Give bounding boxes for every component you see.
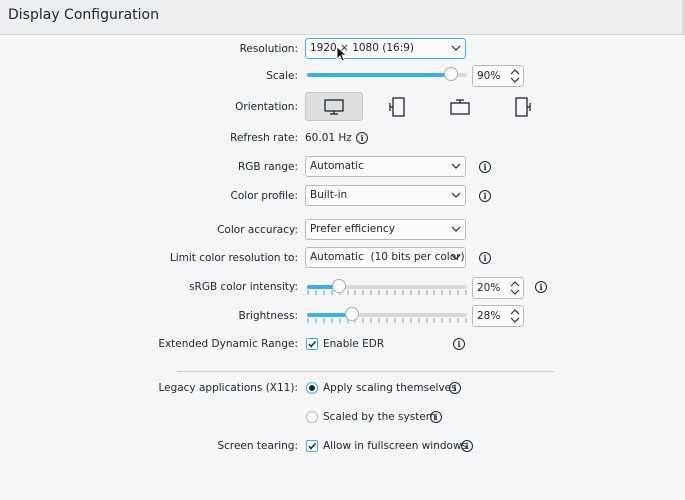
color-profile-value: Built-in — [310, 189, 348, 201]
brightness-spinbox[interactable]: 28% — [472, 305, 524, 327]
orientation-landscape-flipped-button[interactable] — [431, 92, 489, 121]
resolution-value: 1920 × 1080 (16:9) — [310, 42, 415, 54]
color-profile-label: Color profile: — [230, 190, 298, 202]
chevron-down-icon — [451, 163, 461, 169]
legacy-apps-label: Legacy applications (X11): — [158, 382, 298, 394]
orientation-label: Orientation: — [235, 101, 298, 113]
monitor-flipped-icon — [450, 98, 470, 115]
slider-ticks — [307, 318, 467, 323]
monitor-portrait-flipped-icon — [515, 96, 531, 117]
color-profile-combobox[interactable]: Built-in — [305, 185, 466, 206]
info-icon[interactable]: i — [453, 338, 465, 350]
resolution-combobox[interactable]: 1920 × 1080 (16:9) — [305, 38, 466, 59]
color-resolution-label: Limit color resolution to: — [169, 252, 298, 264]
info-icon[interactable]: i — [461, 440, 473, 452]
monitor-portrait-icon — [389, 96, 405, 117]
monitor-landscape-icon — [324, 98, 344, 115]
refresh-rate-value: 60.01 Hz — [305, 132, 352, 144]
info-icon[interactable]: i — [430, 411, 442, 423]
screen-tearing-label: Screen tearing: — [217, 440, 298, 452]
brightness-label: Brightness: — [238, 310, 298, 322]
apply-scaling-radio[interactable] — [306, 382, 318, 394]
color-accuracy-value: Prefer efficiency — [310, 223, 395, 235]
enable-edr-label[interactable]: Enable EDR — [323, 336, 384, 352]
scale-slider-fill — [307, 73, 451, 77]
info-icon[interactable]: i — [479, 252, 491, 264]
window-header: Display Configuration — [0, 0, 685, 35]
chevron-down-icon — [451, 226, 461, 232]
spin-arrows-icon[interactable] — [510, 68, 520, 84]
brightness-slider-handle[interactable] — [345, 307, 359, 321]
info-icon[interactable]: i — [479, 161, 491, 173]
spin-arrows-icon[interactable] — [510, 308, 520, 324]
section-divider — [177, 371, 554, 372]
info-icon[interactable]: i — [449, 382, 461, 394]
scale-spinbox[interactable]: 90% — [472, 65, 524, 87]
spin-arrows-icon[interactable] — [510, 280, 520, 296]
rgb-range-combobox[interactable]: Automatic — [305, 156, 466, 177]
apply-scaling-label[interactable]: Apply scaling themselves — [323, 380, 457, 396]
scaled-by-system-radio[interactable] — [306, 411, 318, 423]
edr-label: Extended Dynamic Range: — [158, 338, 298, 350]
color-accuracy-combobox[interactable]: Prefer efficiency — [305, 219, 466, 240]
resolution-label: Resolution: — [239, 43, 298, 55]
scale-slider[interactable] — [307, 67, 467, 83]
enable-edr-checkbox[interactable] — [306, 338, 318, 350]
info-icon[interactable]: i — [356, 132, 368, 144]
srgb-intensity-slider[interactable] — [307, 279, 467, 295]
chevron-down-icon — [451, 45, 461, 51]
srgb-intensity-spinbox[interactable]: 20% — [472, 277, 524, 299]
chevron-down-icon — [451, 254, 461, 260]
srgb-intensity-value: 20% — [477, 282, 501, 294]
brightness-value: 28% — [477, 310, 501, 322]
orientation-portrait-flipped-button[interactable] — [494, 92, 552, 121]
checkmark-icon — [308, 340, 317, 348]
info-icon[interactable]: i — [535, 281, 547, 293]
allow-tearing-checkbox[interactable] — [306, 440, 318, 452]
color-accuracy-label: Color accuracy: — [217, 224, 298, 236]
checkmark-icon — [308, 442, 317, 450]
chevron-down-icon — [451, 192, 461, 198]
scale-value: 90% — [477, 70, 501, 82]
color-resolution-combobox[interactable]: Automatic (10 bits per color) — [305, 247, 466, 268]
srgb-intensity-slider-handle[interactable] — [332, 279, 346, 293]
info-icon[interactable]: i — [479, 190, 491, 202]
scaled-by-system-label[interactable]: Scaled by the system — [323, 409, 436, 425]
brightness-slider[interactable] — [307, 307, 467, 323]
page-title: Display Configuration — [8, 7, 159, 23]
orientation-landscape-button[interactable] — [305, 92, 363, 121]
rgb-range-value: Automatic — [310, 160, 364, 172]
rgb-range-label: RGB range: — [237, 161, 298, 173]
allow-tearing-label[interactable]: Allow in fullscreen windows — [323, 438, 467, 454]
scale-label: Scale: — [266, 70, 298, 82]
srgb-intensity-label: sRGB color intensity: — [189, 281, 298, 293]
slider-ticks — [307, 290, 467, 295]
refresh-rate-label: Refresh rate: — [230, 132, 298, 144]
orientation-portrait-button[interactable] — [368, 92, 426, 121]
color-resolution-value: Automatic (10 bits per color) — [310, 251, 465, 263]
scale-slider-handle[interactable] — [444, 67, 458, 81]
mouse-cursor-icon — [336, 46, 346, 62]
